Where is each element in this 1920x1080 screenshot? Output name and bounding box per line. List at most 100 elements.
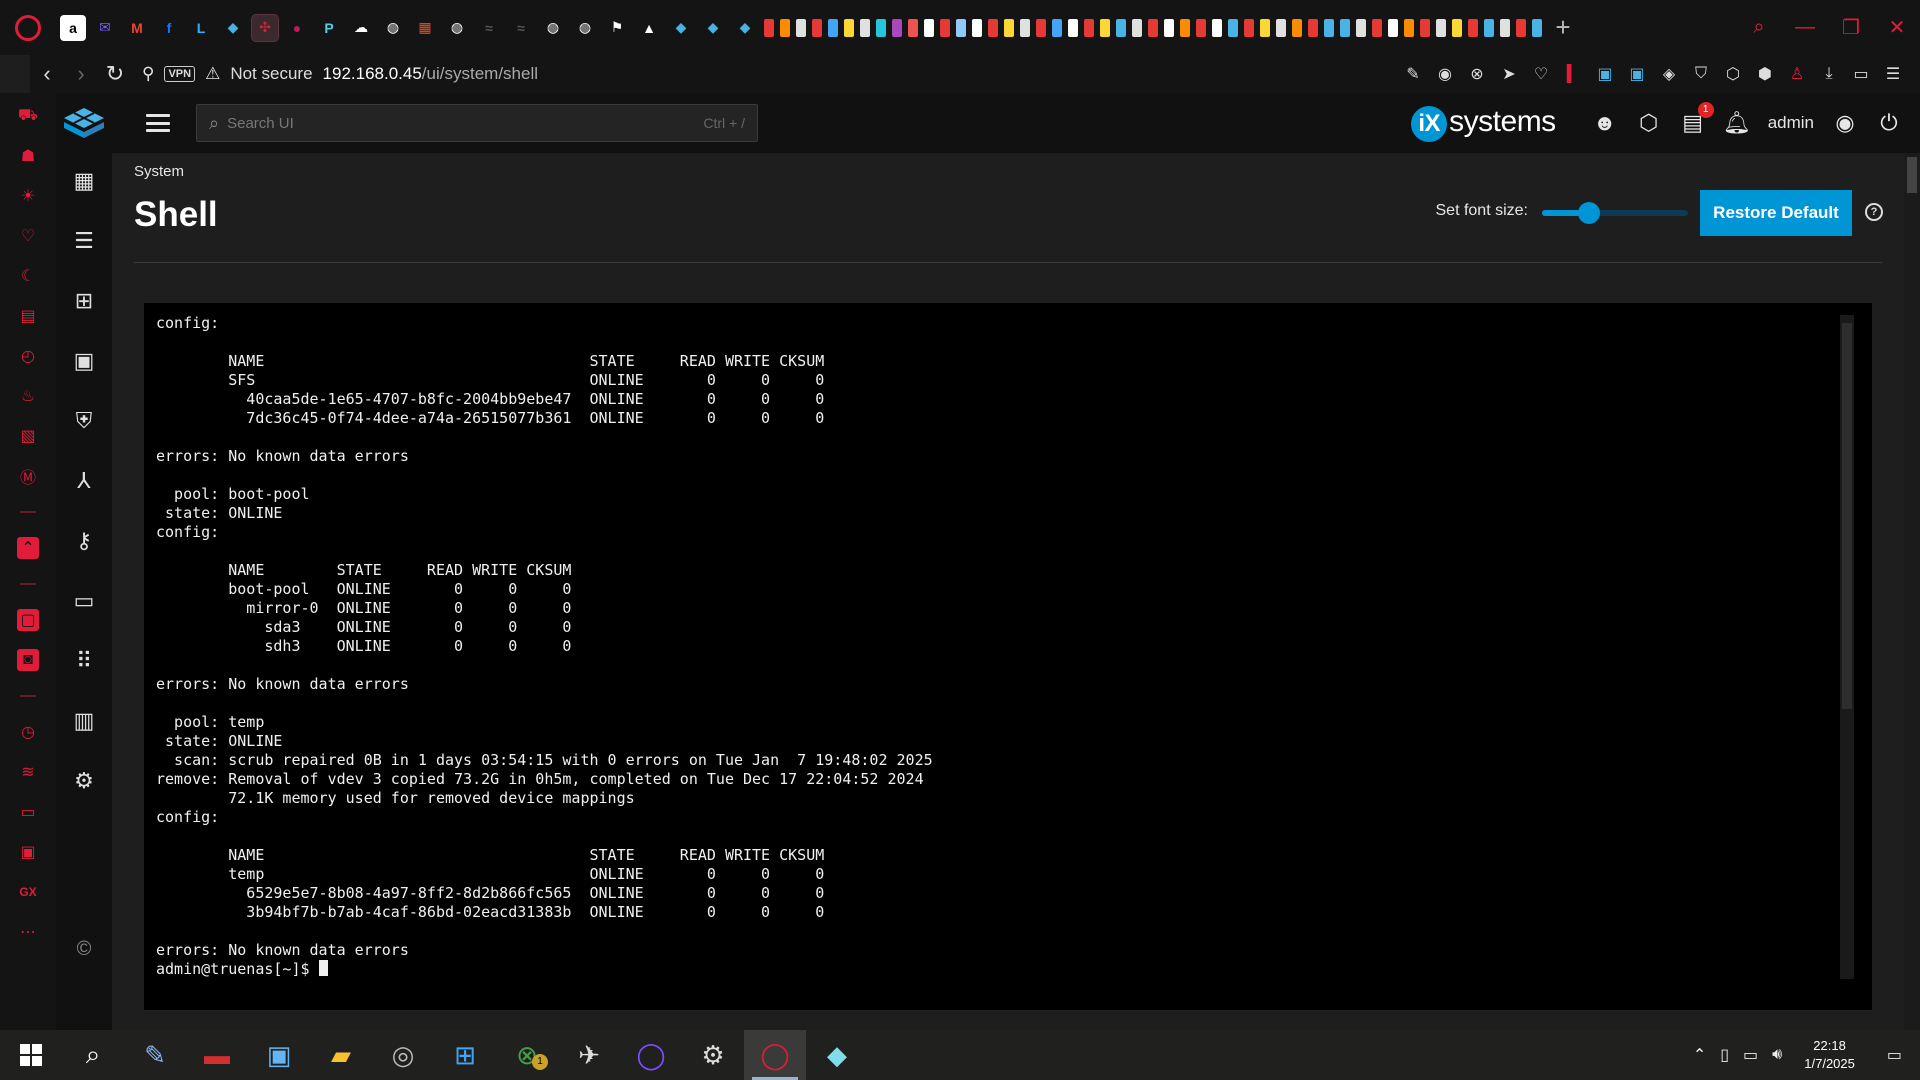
tab-globe-2[interactable]: ◍ — [444, 15, 470, 41]
tab-raspberry[interactable]: ● — [284, 15, 310, 41]
discord-icon[interactable]: ◙ — [17, 649, 39, 671]
card-icon[interactable]: ▧ — [17, 425, 39, 447]
app-icon[interactable]: ⌃ — [17, 537, 39, 559]
tab-mini[interactable] — [1180, 18, 1190, 37]
back-button[interactable]: ‹ — [30, 61, 64, 87]
tab-globe[interactable]: ◍ — [380, 15, 406, 41]
adblock-icon[interactable]: ⊗ — [1468, 65, 1486, 83]
reporting-icon[interactable]: ▥ — [71, 708, 97, 733]
paint-icon[interactable]: ✎ — [124, 1030, 186, 1080]
tab-mini[interactable] — [1308, 18, 1318, 37]
apps-icon[interactable]: ⠿ — [71, 648, 97, 673]
opera-menu-button[interactable] — [0, 0, 56, 55]
tab-mini[interactable] — [764, 18, 774, 37]
tab-mini[interactable] — [1196, 18, 1206, 37]
twitch-app-icon[interactable]: ▢ — [17, 609, 39, 631]
tab-mini[interactable] — [940, 18, 950, 37]
jobs-icon[interactable]: ▤ 1 — [1680, 102, 1714, 136]
account-circle-icon[interactable]: ◉ — [1832, 110, 1858, 136]
help-icon[interactable]: ? — [1865, 203, 1883, 221]
steam-icon[interactable]: ⚙ — [682, 1030, 744, 1080]
tab-gmail[interactable]: M — [124, 15, 150, 41]
tab-truenas-4[interactable]: ◆ — [732, 15, 758, 41]
tab-active[interactable]: ✣ — [251, 13, 279, 42]
tab-mini[interactable] — [1292, 18, 1302, 37]
tab-mini[interactable] — [908, 18, 918, 37]
volume-icon[interactable]: 🔊︎ — [1772, 1046, 1782, 1064]
site-settings-icon[interactable]: ⚲ — [142, 64, 154, 84]
controller-icon[interactable]: ✈ — [558, 1030, 620, 1080]
tab-microsoft[interactable]: ▦ — [412, 15, 438, 41]
tab-mini[interactable] — [924, 18, 934, 37]
ram-icon[interactable]: ▭ — [17, 801, 39, 823]
m-icon[interactable]: Ⓜ — [17, 465, 39, 487]
tab-facebook[interactable]: f — [156, 15, 182, 41]
save-icon[interactable]: ▣ — [1596, 65, 1614, 83]
clock[interactable]: 22:18 1/7/2025 — [1804, 1037, 1855, 1073]
tab-flag[interactable]: ⚑ — [604, 15, 630, 41]
desktop-app-icon[interactable]: ▣ — [248, 1030, 310, 1080]
tab-mini[interactable] — [1244, 18, 1254, 37]
tab-mini[interactable] — [1084, 18, 1094, 37]
feedback-icon[interactable]: ☻ — [1592, 110, 1618, 136]
tab-mini[interactable] — [972, 18, 982, 37]
usb-icon[interactable]: ▯ — [1720, 1045, 1729, 1065]
tab-mini[interactable] — [1340, 18, 1350, 37]
tab-cloud[interactable]: ☁ — [348, 15, 374, 41]
tab-mini[interactable] — [1420, 18, 1430, 37]
reload-button[interactable]: ↻ — [98, 61, 132, 87]
credentials-icon[interactable]: ⚷ — [71, 528, 97, 553]
ublock-icon[interactable]: ⬡ — [1724, 65, 1742, 83]
xbox-icon[interactable]: ⊗ 1 — [496, 1030, 558, 1080]
cake-icon[interactable]: ♨ — [17, 385, 39, 407]
tab-mini[interactable] — [1388, 18, 1398, 37]
tab-mini[interactable] — [1148, 18, 1158, 37]
system-settings-icon[interactable]: ⚙ — [71, 768, 97, 793]
tab-mini[interactable] — [956, 18, 966, 37]
tab-linkedin[interactable]: L — [188, 15, 214, 41]
tab-mini[interactable] — [844, 18, 854, 37]
search-ui-input[interactable]: ⌕ Search UI Ctrl + / — [196, 104, 758, 142]
minimize-button[interactable]: — — [1782, 16, 1828, 39]
heart-icon[interactable]: ♡ — [1532, 65, 1550, 83]
network-icon[interactable]: ⅄ — [71, 468, 97, 493]
tab-mini[interactable] — [1484, 18, 1494, 37]
tab-truenas-3[interactable]: ◆ — [700, 15, 726, 41]
menu-toggle-button[interactable] — [146, 114, 170, 132]
tab-triangle[interactable]: ▲ — [636, 15, 662, 41]
network-icon[interactable]: ≋ — [17, 761, 39, 783]
page-scrollbar[interactable] — [1904, 153, 1920, 1030]
tab-mini[interactable] — [1436, 18, 1446, 37]
tab-mini[interactable] — [1452, 18, 1462, 37]
tab-mini[interactable] — [1100, 18, 1110, 37]
power-icon[interactable]: ⏻ — [1876, 110, 1902, 136]
easy-setup-icon[interactable]: ☰ — [1884, 65, 1902, 83]
truenas-logo[interactable] — [56, 93, 112, 153]
tab-mini[interactable] — [1020, 18, 1030, 37]
night-mode-icon[interactable]: ☾ — [17, 265, 39, 287]
tab-mini[interactable] — [988, 18, 998, 37]
datasets-icon[interactable]: ⊞ — [71, 288, 97, 313]
gx-icon[interactable]: GX — [17, 881, 39, 903]
search-tabs-icon[interactable]: ⌕ — [1736, 16, 1782, 39]
cube-icon[interactable]: ⬢ — [1756, 65, 1774, 83]
edit-icon[interactable]: ✎ — [1404, 65, 1422, 83]
player-icon[interactable]: ◷ — [17, 721, 39, 743]
tab-mini[interactable] — [796, 18, 806, 37]
font-size-slider-thumb[interactable] — [1577, 202, 1600, 224]
tab-mini[interactable] — [1324, 18, 1334, 37]
tab-mini[interactable] — [1068, 18, 1078, 37]
tab-mail[interactable]: ✉ — [92, 15, 118, 41]
close-window-button[interactable]: ✕ — [1874, 15, 1920, 40]
tab-mini[interactable] — [828, 18, 838, 37]
file-explorer-icon[interactable]: ▰ — [310, 1030, 372, 1080]
battery-icon[interactable]: ▭ — [1852, 65, 1870, 83]
tab-mini[interactable] — [1116, 18, 1126, 37]
send-icon[interactable]: ➤ — [1500, 65, 1518, 83]
tab-mini[interactable] — [1532, 18, 1542, 37]
font-size-slider[interactable] — [1542, 202, 1688, 224]
circle-app-icon[interactable]: ◯ — [620, 1030, 682, 1080]
terminal-scrollbar-thumb[interactable] — [1842, 323, 1852, 709]
more-icon[interactable]: ⋯ — [17, 921, 39, 943]
truecommand-icon[interactable]: ⬡ — [1636, 110, 1662, 136]
